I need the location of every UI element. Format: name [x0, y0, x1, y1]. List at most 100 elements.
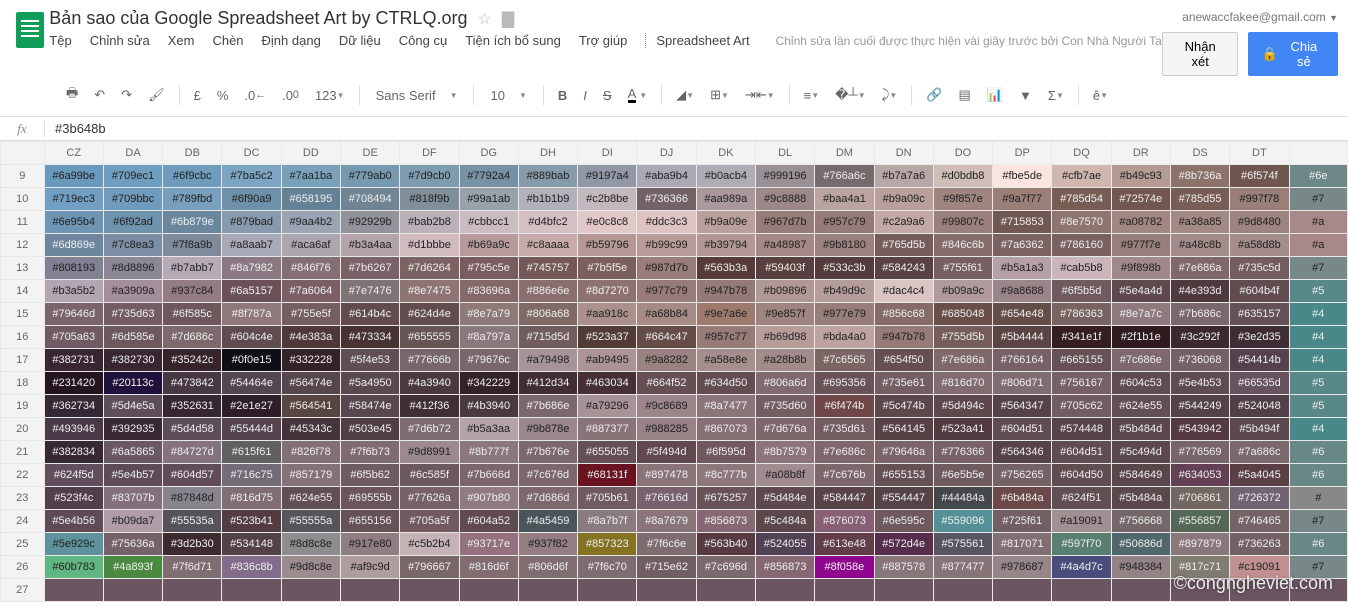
halign-button[interactable]: ≡ ▼: [798, 84, 826, 107]
cell[interactable]: [44, 579, 103, 602]
cell[interactable]: #7d6264: [400, 257, 459, 280]
cell[interactable]: #9e857f: [755, 303, 814, 326]
more-button[interactable]: ê ▼: [1087, 84, 1114, 107]
cell[interactable]: #6e5b5e: [933, 464, 992, 487]
column-header[interactable]: DT: [1230, 142, 1289, 165]
redo-icon[interactable]: ↷: [115, 83, 138, 107]
bold-button[interactable]: B: [552, 84, 573, 107]
cell[interactable]: #564347: [993, 395, 1052, 418]
cell[interactable]: #ddc3c3: [637, 211, 696, 234]
cell[interactable]: #69555b: [341, 487, 400, 510]
column-header[interactable]: DF: [400, 142, 459, 165]
cell[interactable]: #473842: [163, 372, 222, 395]
cell[interactable]: #889bab: [518, 165, 577, 188]
cell[interactable]: #796667: [400, 556, 459, 579]
cell[interactable]: #523f4c: [44, 487, 103, 510]
cell[interactable]: #6f92ad: [103, 211, 162, 234]
cell[interactable]: #655555: [400, 326, 459, 349]
cell[interactable]: #9b8180: [815, 234, 874, 257]
cell[interactable]: #624f5d: [44, 464, 103, 487]
cell[interactable]: #92929b: [341, 211, 400, 234]
cell[interactable]: #a48987: [755, 234, 814, 257]
cell[interactable]: #382730: [103, 349, 162, 372]
cell[interactable]: #7f6c70: [578, 556, 637, 579]
cell[interactable]: #917e80: [341, 533, 400, 556]
cell[interactable]: #55535a: [163, 510, 222, 533]
cell[interactable]: #846f76: [281, 257, 340, 280]
cell[interactable]: #7: [1289, 510, 1347, 533]
cell[interactable]: #8e7475: [400, 280, 459, 303]
cell[interactable]: #826f78: [281, 441, 340, 464]
cell[interactable]: #706861: [1170, 487, 1229, 510]
cell[interactable]: #a: [1289, 234, 1347, 257]
cell[interactable]: #77666b: [400, 349, 459, 372]
cell[interactable]: #7b5f5e: [578, 257, 637, 280]
italic-button[interactable]: I: [577, 84, 593, 107]
cell[interactable]: #8a7b7f: [578, 510, 637, 533]
font-size-select[interactable]: 10▼: [482, 86, 534, 105]
cell[interactable]: #755d5b: [933, 326, 992, 349]
row-header[interactable]: 19: [1, 395, 45, 418]
column-header[interactable]: CZ: [44, 142, 103, 165]
cell[interactable]: #957c77: [696, 326, 755, 349]
cell[interactable]: #5c474b: [874, 395, 933, 418]
valign-button[interactable]: �┴ ▼: [829, 83, 871, 107]
cell[interactable]: #977c79: [637, 280, 696, 303]
cell[interactable]: #5: [1289, 395, 1347, 418]
cell[interactable]: #a58e8e: [696, 349, 755, 372]
cell[interactable]: #9a8688: [993, 280, 1052, 303]
cell[interactable]: #bda4a0: [815, 326, 874, 349]
cell[interactable]: #816d70: [933, 372, 992, 395]
cell[interactable]: #79646a: [874, 441, 933, 464]
cell[interactable]: #a48c8b: [1170, 234, 1229, 257]
cell[interactable]: #af9c9d: [341, 556, 400, 579]
cell[interactable]: #55444d: [222, 418, 281, 441]
cell[interactable]: #755f61: [933, 257, 992, 280]
cell[interactable]: #655156: [341, 510, 400, 533]
cell[interactable]: #7e686a: [933, 349, 992, 372]
cell[interactable]: #745757: [518, 257, 577, 280]
cell[interactable]: #6a5157: [222, 280, 281, 303]
cell[interactable]: #79676c: [459, 349, 518, 372]
column-header[interactable]: DS: [1170, 142, 1229, 165]
cell[interactable]: #736263: [1230, 533, 1289, 556]
cell[interactable]: #615f61: [222, 441, 281, 464]
cell[interactable]: #7f6b73: [341, 441, 400, 464]
cell[interactable]: #685048: [933, 303, 992, 326]
row-header[interactable]: 22: [1, 464, 45, 487]
cell[interactable]: #4: [1289, 326, 1347, 349]
cell[interactable]: #8b777f: [459, 441, 518, 464]
column-header[interactable]: DO: [933, 142, 992, 165]
cell[interactable]: #6f90a9: [222, 188, 281, 211]
cell[interactable]: #9b878e: [518, 418, 577, 441]
column-header[interactable]: DP: [993, 142, 1052, 165]
cell[interactable]: #9e7a6e: [696, 303, 755, 326]
cell[interactable]: #635157: [1230, 303, 1289, 326]
cell[interactable]: #776366: [933, 441, 992, 464]
cell[interactable]: #709ec1: [103, 165, 162, 188]
cell[interactable]: #9a7f77: [993, 188, 1052, 211]
menu-tools[interactable]: Công cụ: [399, 33, 447, 48]
cell[interactable]: #877477: [933, 556, 992, 579]
cell[interactable]: #5a4045: [1230, 464, 1289, 487]
cell[interactable]: #624e55: [1111, 395, 1170, 418]
cell[interactable]: #766a6c: [815, 165, 874, 188]
cell[interactable]: #b09896: [755, 280, 814, 303]
cell[interactable]: #766164: [993, 349, 1052, 372]
cell[interactable]: #715853: [993, 211, 1052, 234]
column-header[interactable]: DQ: [1052, 142, 1111, 165]
paint-format-icon[interactable]: 🖌: [142, 83, 171, 107]
cell[interactable]: #b5a1a3: [993, 257, 1052, 280]
cell[interactable]: #715e62: [637, 556, 696, 579]
cell[interactable]: #463034: [578, 372, 637, 395]
column-header[interactable]: DE: [341, 142, 400, 165]
cell[interactable]: #786363: [1052, 303, 1111, 326]
column-header[interactable]: [1289, 142, 1347, 165]
print-icon[interactable]: 🖶: [60, 80, 84, 110]
cell[interactable]: #705c62: [1052, 395, 1111, 418]
cell[interactable]: #6e: [1289, 165, 1347, 188]
cell[interactable]: #654e48: [993, 303, 1052, 326]
cell[interactable]: #533c3b: [815, 257, 874, 280]
cell[interactable]: #957c79: [815, 211, 874, 234]
cell[interactable]: #60b783: [44, 556, 103, 579]
